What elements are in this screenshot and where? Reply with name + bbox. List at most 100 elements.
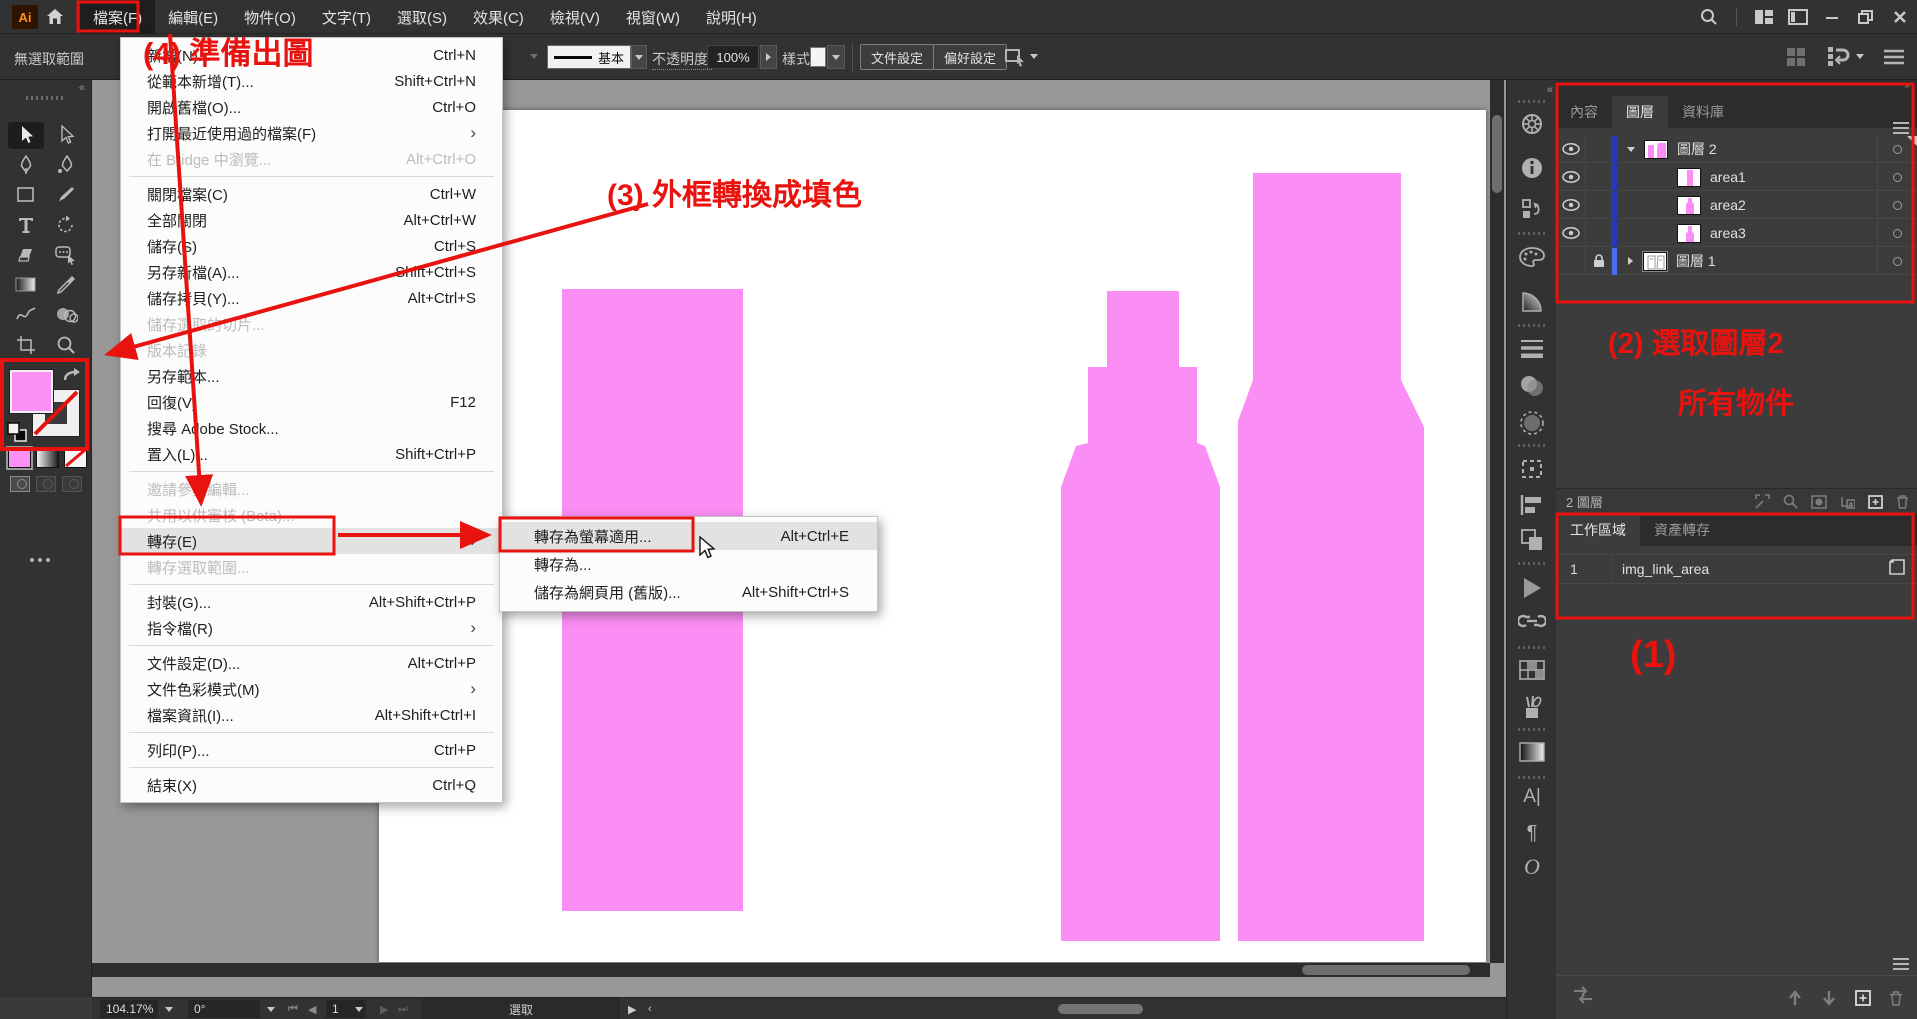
swap-fill-stroke-icon[interactable] <box>62 368 84 391</box>
new-sublayer-icon[interactable] <box>1840 495 1855 509</box>
menu-item-package[interactable]: 封裝(G)...Alt+Shift+Ctrl+P <box>121 589 502 615</box>
next-artboard-icon[interactable]: ▶ <box>380 1003 388 1016</box>
layer-row-layer2[interactable]: 圖層 2 <box>1556 136 1917 163</box>
document-info-icon[interactable] <box>1507 156 1557 180</box>
document-setup-button[interactable]: 文件設定 <box>860 44 934 70</box>
visibility-toggle[interactable] <box>1556 164 1586 191</box>
move-down-icon[interactable] <box>1821 990 1837 1006</box>
layer-row-area2[interactable]: area2 <box>1556 192 1917 219</box>
visibility-toggle[interactable] <box>1556 192 1586 219</box>
object-thumbnail[interactable] <box>1677 196 1701 215</box>
submenu-item-save-for-web[interactable]: 儲存為網頁用 (舊版)...Alt+Shift+Ctrl+S <box>500 578 877 606</box>
zoom-tool[interactable] <box>48 332 84 359</box>
collapse-toolbar-icon[interactable]: « <box>79 82 83 94</box>
strip-grip[interactable] <box>1518 232 1546 235</box>
shape-area3-bottle[interactable] <box>1238 173 1424 941</box>
menu-item-document-setup[interactable]: 文件設定(D)...Alt+Ctrl+P <box>121 650 502 676</box>
object-name[interactable]: area1 <box>1710 169 1746 185</box>
menu-select[interactable]: 選取(S) <box>384 0 460 34</box>
isolate-selection-icon[interactable] <box>1005 47 1027 72</box>
draw-inside-icon[interactable] <box>62 476 82 492</box>
menu-item-document-color-mode[interactable]: 文件色彩模式(M)› <box>121 676 502 702</box>
artboard-options-icon[interactable] <box>1507 458 1557 482</box>
gradient-tool[interactable] <box>8 272 44 299</box>
color-panel-icon[interactable] <box>1507 246 1557 268</box>
preferences-button[interactable]: 偏好設定 <box>933 44 1007 70</box>
draw-behind-icon[interactable] <box>36 476 56 492</box>
target-column[interactable] <box>1877 164 1917 191</box>
align-grid-icon[interactable] <box>1786 47 1806 72</box>
artboard-name[interactable]: img_link_area <box>1612 561 1709 577</box>
discover-wheel-icon[interactable] <box>1507 112 1557 136</box>
artboard-page-icon[interactable] <box>1887 559 1905 580</box>
restore-button[interactable] <box>1849 4 1883 30</box>
menu-item-print[interactable]: 列印(P)...Ctrl+P <box>121 737 502 763</box>
color-button[interactable] <box>8 448 31 468</box>
tab-asset-export[interactable]: 資產轉存 <box>1640 514 1724 546</box>
zoom-level-field[interactable]: 104.17% <box>100 1000 158 1018</box>
menu-item-close[interactable]: 關閉檔案(C)Ctrl+W <box>121 181 502 207</box>
fill-color-swatch[interactable] <box>10 370 53 413</box>
menu-item-search-adobe-stock[interactable]: 搜尋 Adobe Stock... <box>121 415 502 441</box>
target-column[interactable] <box>1877 248 1917 275</box>
edit-toolbar-icon[interactable] <box>30 558 50 562</box>
opentype-panel-icon[interactable]: O <box>1507 854 1557 880</box>
horizontal-scrollbar-thumb[interactable] <box>1302 965 1470 975</box>
swatches-panel-icon[interactable] <box>1507 660 1557 680</box>
snap-dropdown-chevron[interactable] <box>1856 54 1864 59</box>
menu-help[interactable]: 說明(H) <box>693 0 770 34</box>
vertical-scrollbar-thumb[interactable] <box>1492 115 1502 193</box>
menu-item-revert[interactable]: 回復(V)F12 <box>121 389 502 415</box>
make-clipping-mask-icon[interactable] <box>1811 495 1827 509</box>
default-fill-stroke-icon[interactable] <box>7 422 27 440</box>
bottom-scrollbar-thumb[interactable] <box>1058 1004 1143 1014</box>
snap-options-icon[interactable] <box>1826 45 1850 74</box>
stroke-style-field[interactable]: 基本 <box>547 45 631 69</box>
opacity-expand-button[interactable] <box>760 45 777 69</box>
expand-chevron-icon[interactable] <box>1627 147 1635 152</box>
object-name[interactable]: area2 <box>1710 197 1746 213</box>
tab-libraries[interactable]: 資料庫 <box>1668 96 1738 128</box>
visibility-toggle[interactable] <box>1556 220 1586 247</box>
object-thumbnail[interactable] <box>1677 168 1701 187</box>
comment-select-tool[interactable] <box>48 242 84 269</box>
locate-object-icon[interactable] <box>1783 494 1798 509</box>
object-name[interactable]: area3 <box>1710 225 1746 241</box>
rotation-field[interactable]: 0° <box>188 1000 260 1018</box>
collect-for-export-icon[interactable] <box>1755 494 1770 509</box>
layer-row-area1[interactable]: area1 <box>1556 164 1917 191</box>
zoom-dropdown-chevron[interactable] <box>160 1000 178 1018</box>
opacity-value[interactable]: 100% <box>707 45 759 69</box>
menu-item-scripts[interactable]: 指令檔(R)› <box>121 615 502 641</box>
target-column[interactable] <box>1877 192 1917 219</box>
visibility-toggle[interactable] <box>1556 136 1586 163</box>
style-swatch[interactable] <box>810 47 826 67</box>
stroke-panel-icon[interactable] <box>1507 338 1557 358</box>
strip-grip[interactable] <box>1518 776 1546 779</box>
strip-grip[interactable] <box>1518 646 1546 649</box>
transparency-panel-icon[interactable] <box>1507 374 1557 398</box>
strip-grip[interactable] <box>1518 728 1546 731</box>
opacity-label[interactable]: 不透明度: <box>652 49 712 70</box>
links-panel-icon[interactable] <box>1507 612 1557 630</box>
gradient-button[interactable] <box>36 448 59 468</box>
menu-window[interactable]: 視窗(W) <box>613 0 693 34</box>
last-artboard-icon[interactable]: ⏭ <box>398 1003 408 1016</box>
menu-view[interactable]: 檢視(V) <box>537 0 613 34</box>
close-button[interactable] <box>1883 4 1917 30</box>
status-expand-icon[interactable]: ‹ <box>648 1003 652 1015</box>
minimize-button[interactable] <box>1815 4 1849 30</box>
prev-artboard-icon[interactable]: ◀ <box>308 1003 316 1016</box>
menu-file[interactable]: 檔案(F) <box>80 0 155 34</box>
vertical-scrollbar[interactable] <box>1490 80 1504 963</box>
menu-item-save[interactable]: 儲存(S)Ctrl+S <box>121 233 502 259</box>
toolbar-grip[interactable] <box>26 96 66 100</box>
layer-name[interactable]: 圖層 1 <box>1676 251 1716 271</box>
style-dropdown[interactable] <box>827 45 845 69</box>
strip-grip[interactable] <box>1518 100 1546 103</box>
color-guide-icon[interactable] <box>1507 290 1557 314</box>
submenu-item-export-for-screens[interactable]: 轉存為螢幕適用...Alt+Ctrl+E <box>500 522 877 550</box>
menu-item-new-from-template[interactable]: 從範本新增(T)...Shift+Ctrl+N <box>121 68 502 94</box>
lock-toggle[interactable] <box>1586 192 1612 219</box>
none-button[interactable] <box>64 448 87 468</box>
